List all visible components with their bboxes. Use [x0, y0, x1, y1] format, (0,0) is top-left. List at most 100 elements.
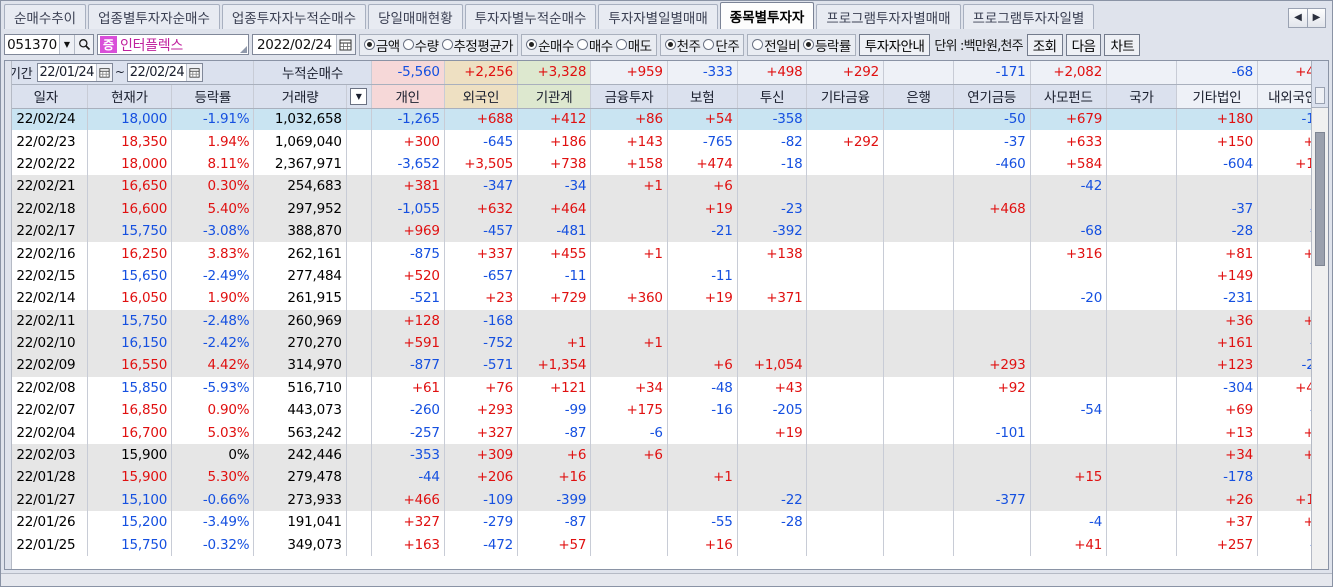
- table-row[interactable]: 22/02/17 15,750 -3.08% 388,870 +969 -457 -481 -…: [5, 219, 1328, 243]
- date-value[interactable]: 2022/02/24: [253, 37, 336, 53]
- radio-trade-0[interactable]: 순매수: [525, 35, 575, 55]
- table-row[interactable]: 22/02/1115,750-2.48%260,969+128-168+36+3: [5, 309, 1328, 332]
- stock-code-value[interactable]: 051370: [5, 37, 59, 53]
- table-row[interactable]: 22/02/24 18,000 -1.91% 1,032,658 -1,265 +688 +…: [5, 108, 1328, 131]
- tab-7[interactable]: 프로그램투자자별매매: [816, 4, 961, 29]
- column-header-bank[interactable]: 은행: [883, 84, 954, 109]
- query-button[interactable]: 조회: [1026, 33, 1063, 56]
- table-row[interactable]: 22/02/15 15,650 -2.49% 277,484 +520 -657 -11 -1…: [5, 264, 1328, 288]
- table-row[interactable]: 22/02/04 16,700 5.03% 563,242 -257 +327 -87 -6 +…: [5, 421, 1328, 444]
- horizontal-scrollbar[interactable]: [1, 573, 1332, 586]
- chevron-down-icon[interactable]: ▼: [59, 35, 74, 54]
- table-row[interactable]: 22/02/21 16,650 0.30% 254,683 +381 -347 -34 +1 +…: [5, 175, 1328, 198]
- column-header-gaein[interactable]: 개인: [371, 84, 445, 109]
- column-header-etcfin[interactable]: 기타금융: [806, 84, 885, 109]
- table-row[interactable]: 22/02/10 16,150 -2.42% 270,270 +591 -752 +1 +1 +…: [5, 331, 1328, 355]
- vertical-scroll-thumb[interactable]: [1315, 132, 1325, 266]
- period-from-input[interactable]: 22/01/24: [36, 62, 113, 82]
- tab-2[interactable]: 업종투자자누적순매수: [221, 4, 367, 29]
- column-header-inst[interactable]: 기관계: [517, 84, 592, 109]
- table-row[interactable]: 22/01/28 15,900 5.30% 279,478 -44 +206 +16 +1 +1…: [5, 466, 1328, 489]
- chart-button[interactable]: 차트: [1104, 33, 1141, 56]
- column-header-trust[interactable]: 투신: [737, 84, 808, 109]
- cell-nation: [1106, 309, 1177, 332]
- column-header-foreign[interactable]: 외국인: [444, 84, 519, 109]
- column-header-price[interactable]: 현재가: [87, 84, 173, 109]
- cell-bank: [883, 533, 954, 556]
- table-row[interactable]: 22/02/08 15,850 -5.93% 516,710 +61 +76 +121 +34…: [5, 376, 1328, 400]
- cell-inst: -99: [517, 399, 592, 422]
- table-row[interactable]: 22/02/23 18,350 1.94% 1,069,040 +300 -645 +186…: [5, 130, 1328, 153]
- calendar-icon[interactable]: [186, 63, 203, 81]
- cell-fininv: +86: [590, 108, 668, 131]
- radio-trade-1[interactable]: 매수: [576, 35, 614, 55]
- tab-1[interactable]: 업종별투자자순매수: [88, 4, 220, 29]
- radio-change-0[interactable]: 전일비: [751, 35, 801, 55]
- cell-inst: +729: [517, 287, 592, 310]
- cell-gaein: -44: [371, 466, 445, 489]
- column-header-insurance[interactable]: 보험: [667, 84, 738, 109]
- tab-next-button[interactable]: ▶: [1307, 7, 1326, 28]
- tab-4[interactable]: 투자자별누적순매수: [464, 4, 597, 29]
- trade-type-radio-group[interactable]: 순매수 매수 매도: [521, 33, 657, 56]
- stock-code-input[interactable]: 051370 ▼: [4, 34, 94, 55]
- next-page-button[interactable]: 다음: [1065, 33, 1102, 56]
- period-from-value[interactable]: 22/01/24: [38, 65, 96, 80]
- column-header-volume[interactable]: 거래량: [253, 84, 347, 109]
- column-header-etccorp[interactable]: 기타법인: [1176, 84, 1259, 109]
- column-header-nation[interactable]: 국가: [1106, 84, 1177, 109]
- tab-0[interactable]: 순매수추이: [4, 4, 87, 29]
- tab-prev-button[interactable]: ◀: [1288, 7, 1307, 28]
- column-header-pension[interactable]: 연기금등: [953, 84, 1031, 109]
- table-row[interactable]: 22/02/14 16,050 1.90% 261,915 -521 +23 +729 +36…: [5, 287, 1328, 310]
- period-to-value[interactable]: 22/02/24: [128, 65, 186, 80]
- radio-unit-0[interactable]: 천주: [664, 35, 702, 55]
- stock-name-field[interactable]: 증 인터플렉스: [97, 34, 249, 55]
- unit-radio-group[interactable]: 천주 단주: [659, 33, 745, 56]
- tab-3[interactable]: 당일매매현황: [368, 4, 463, 29]
- radio-amount-1[interactable]: 수량: [402, 35, 440, 55]
- calendar-icon[interactable]: [95, 63, 112, 81]
- column-header-privfund[interactable]: 사모펀드: [1030, 84, 1108, 109]
- date-input[interactable]: 2022/02/24: [252, 34, 356, 55]
- period-selector[interactable]: 기간 22/01/24 ~22/02/24: [5, 61, 255, 85]
- change-display-radio-group[interactable]: 전일비 등락률: [747, 33, 856, 56]
- row-spacer: [346, 108, 372, 131]
- radio-amount-0[interactable]: 금액: [363, 35, 401, 55]
- radio-amount-2[interactable]: 추정평균가: [441, 35, 515, 55]
- cell-bank: [883, 511, 954, 534]
- calendar-icon[interactable]: [335, 35, 355, 54]
- tab-8[interactable]: 프로그램투자자일별: [962, 4, 1095, 29]
- column-header-rate[interactable]: 등락률: [171, 84, 255, 109]
- table-row[interactable]: 22/02/0315,9000%242,446-353+309+6+6+34+5: [5, 443, 1328, 467]
- cell-date: 22/02/15: [5, 264, 88, 288]
- column-header-sort[interactable]: ▼: [346, 84, 372, 109]
- row-spacer: [346, 511, 372, 534]
- radio-trade-2[interactable]: 매도: [615, 35, 653, 55]
- radio-dot-icon: [615, 39, 627, 50]
- period-to-input[interactable]: 22/02/24: [126, 62, 204, 82]
- radio-change-1[interactable]: 등락률: [802, 35, 852, 55]
- scroll-corner-button[interactable]: [1315, 87, 1325, 104]
- amount-type-radio-group[interactable]: 금액 수량 추정평균가: [358, 33, 519, 56]
- cumulative-label: 누적순매수: [253, 61, 372, 85]
- cell-pension: [953, 242, 1031, 265]
- column-header-fininv[interactable]: 금융투자: [590, 84, 668, 109]
- table-row[interactable]: 22/02/16 16,250 3.83% 262,161 -875 +337 +455 +1…: [5, 242, 1328, 265]
- table-row[interactable]: 22/01/26 15,200 -3.49% 191,041 +327 -279 -87 -5…: [5, 511, 1328, 534]
- table-row[interactable]: 22/02/18 16,600 5.40% 297,952 -1,055 +632 +464…: [5, 197, 1328, 220]
- tab-5[interactable]: 투자자별일별매매: [598, 4, 718, 29]
- sort-dropdown-icon[interactable]: ▼: [350, 87, 368, 105]
- vertical-scrollbar[interactable]: [1311, 108, 1328, 569]
- investor-guide-button[interactable]: 투자자안내: [858, 33, 931, 56]
- table-row[interactable]: 22/01/27 15,100 -0.66% 273,933 +466 -109 -399 -…: [5, 488, 1328, 512]
- table-row[interactable]: 22/02/22 18,000 8.11% 2,367,971 -3,652 +3,505…: [5, 152, 1328, 176]
- table-row[interactable]: 22/01/25 15,750 -0.32% 349,073 +163 -472 +57 +1…: [5, 533, 1328, 556]
- radio-unit-1[interactable]: 단주: [702, 35, 740, 55]
- table-row[interactable]: 22/02/09 16,550 4.42% 314,970 -877 -571 +1,354…: [5, 354, 1328, 377]
- tab-6[interactable]: 종목별투자자: [719, 2, 815, 29]
- search-icon[interactable]: [74, 35, 93, 54]
- table-row[interactable]: 22/02/07 16,850 0.90% 443,073 -260 +293 -99 +17…: [5, 399, 1328, 422]
- cell-volume: 349,073: [253, 533, 347, 556]
- column-header-date[interactable]: 일자: [5, 84, 88, 109]
